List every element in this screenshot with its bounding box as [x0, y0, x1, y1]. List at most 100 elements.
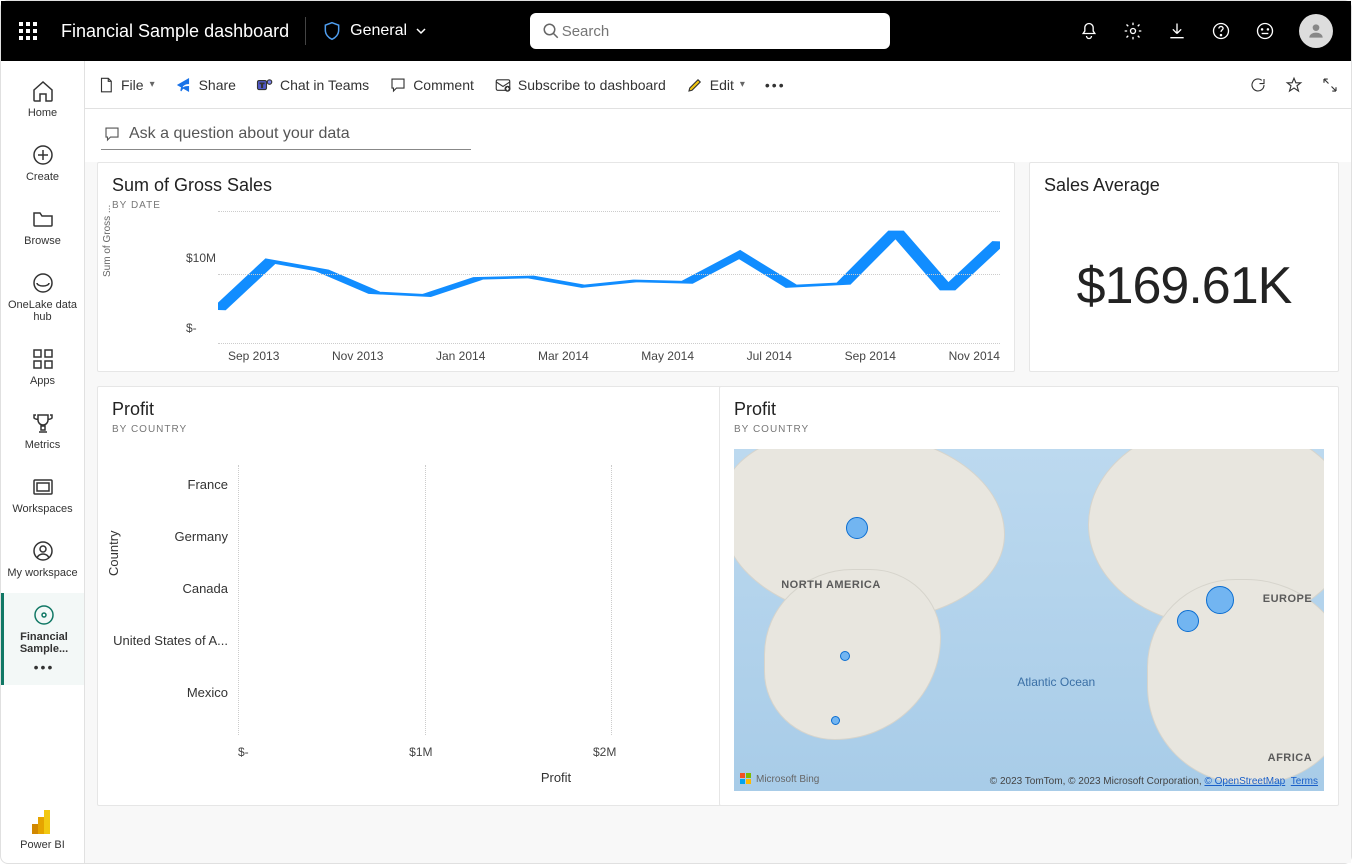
nav-rail: Home Create Browse OneLake data hub Apps…: [1, 61, 85, 863]
help-icon[interactable]: [1211, 21, 1231, 41]
rail-label: Apps: [30, 375, 55, 387]
refresh-icon[interactable]: [1249, 76, 1267, 94]
search-icon: [542, 22, 560, 40]
more-menu[interactable]: •••: [765, 77, 786, 93]
rail-label: Home: [28, 107, 57, 119]
chevron-down-icon: ▾: [150, 79, 155, 90]
search-box[interactable]: [530, 13, 890, 49]
home-icon: [31, 79, 55, 103]
share-button[interactable]: Share: [175, 76, 236, 94]
map-label-eu: EUROPE: [1263, 593, 1312, 605]
fullscreen-icon[interactable]: [1321, 76, 1339, 94]
osm-link[interactable]: © OpenStreetMap: [1204, 776, 1285, 787]
sensitivity-label[interactable]: General: [322, 21, 427, 41]
qa-input[interactable]: Ask a question about your data: [101, 121, 471, 150]
card-title: Sales Average: [1044, 175, 1324, 196]
shield-icon: [322, 21, 342, 41]
qa-bar: Ask a question about your data: [85, 109, 1351, 162]
app-launcher-icon[interactable]: [19, 22, 37, 40]
map-visual[interactable]: NORTH AMERICA EUROPE AFRICA Atlantic Oce…: [734, 449, 1324, 791]
favorite-icon[interactable]: [1285, 76, 1303, 94]
card-title: Sum of Gross Sales: [112, 175, 1000, 196]
dashboard-title: Financial Sample dashboard: [61, 21, 289, 42]
teams-icon: T: [256, 76, 274, 94]
workspaces-icon: [31, 475, 55, 499]
powerbi-brand[interactable]: Power BI: [20, 808, 65, 851]
y-tick: $-: [186, 321, 197, 335]
map-label-atlantic: Atlantic Ocean: [1017, 675, 1095, 689]
chat-icon: [103, 125, 121, 143]
rail-home[interactable]: Home: [1, 69, 84, 129]
share-icon: [175, 76, 193, 94]
subscribe-button[interactable]: Subscribe to dashboard: [494, 76, 666, 94]
person-circle-icon: [31, 539, 55, 563]
rail-create[interactable]: Create: [1, 133, 84, 193]
y-axis-label: Sum of Gross ...: [102, 205, 113, 277]
card-profit-map[interactable]: Profit BY COUNTRY NORTH AMERICA EUROPE A…: [719, 386, 1339, 806]
rail-label: Browse: [24, 235, 61, 247]
gauge-icon: [32, 603, 56, 627]
gear-icon[interactable]: [1123, 21, 1143, 41]
map-bubble-france[interactable]: [1177, 610, 1199, 632]
kpi-value: $169.61K: [1044, 256, 1324, 316]
bar-category-label: United States of A...: [97, 633, 228, 648]
rail-browse[interactable]: Browse: [1, 197, 84, 257]
map-label-na: NORTH AMERICA: [781, 579, 881, 591]
rail-apps[interactable]: Apps: [1, 337, 84, 397]
folder-icon: [31, 207, 55, 231]
file-icon: [97, 76, 115, 94]
terms-link[interactable]: Terms: [1291, 776, 1318, 787]
card-title: Profit: [734, 399, 1324, 420]
x-ticks: Sep 2013 Nov 2013 Jan 2014 Mar 2014 May …: [228, 349, 1000, 363]
rail-label: My workspace: [7, 567, 77, 579]
rail-label: Metrics: [25, 439, 60, 451]
file-menu[interactable]: File▾: [97, 76, 155, 94]
rail-label: Workspaces: [12, 503, 72, 515]
chevron-down-icon: [415, 25, 427, 37]
rail-current-dashboard[interactable]: Financial Sample... •••: [1, 593, 84, 685]
trophy-icon: [31, 411, 55, 435]
feedback-icon[interactable]: [1255, 21, 1275, 41]
rail-metrics[interactable]: Metrics: [1, 401, 84, 461]
comment-button[interactable]: Comment: [389, 76, 474, 94]
map-bubble-germany[interactable]: [1206, 586, 1234, 614]
apps-icon: [31, 347, 55, 371]
chat-teams-button[interactable]: T Chat in Teams: [256, 76, 369, 94]
account-avatar[interactable]: [1299, 14, 1333, 48]
top-bar: Financial Sample dashboard General: [1, 1, 1351, 61]
chevron-down-icon: ▾: [740, 79, 745, 90]
topbar-actions: [1079, 14, 1333, 48]
card-subtitle: BY COUNTRY: [734, 424, 1324, 435]
bar-category-label: Canada: [97, 581, 228, 596]
bar-category-label: Mexico: [97, 685, 228, 700]
bell-icon[interactable]: [1079, 21, 1099, 41]
map-attribution: © 2023 TomTom, © 2023 Microsoft Corporat…: [990, 776, 1318, 787]
rail-label: Create: [26, 171, 59, 183]
action-toolbar: File▾ Share T Chat in Teams Comment Subs…: [85, 61, 1351, 109]
bar-category-label: France: [97, 477, 228, 492]
rail-workspaces[interactable]: Workspaces: [1, 465, 84, 525]
subscribe-icon: [494, 76, 512, 94]
rail-my-workspace[interactable]: My workspace: [1, 529, 84, 589]
comment-icon: [389, 76, 407, 94]
sensitivity-text: General: [350, 22, 407, 40]
map-bubble-usa[interactable]: [840, 651, 850, 661]
download-icon[interactable]: [1167, 21, 1187, 41]
divider: [305, 17, 306, 45]
line-chart: [218, 211, 1000, 343]
bar-category-label: Germany: [97, 529, 228, 544]
card-gross-sales[interactable]: Sum of Gross Sales BY DATE Sum of Gross …: [97, 162, 1015, 372]
card-subtitle: BY DATE: [112, 200, 1000, 211]
map-label-af: AFRICA: [1268, 752, 1313, 764]
rail-label: OneLake data hub: [5, 299, 80, 323]
person-icon: [1306, 21, 1326, 41]
y-tick: $10M: [186, 251, 216, 265]
card-sales-average[interactable]: Sales Average $169.61K: [1029, 162, 1339, 372]
search-input[interactable]: [560, 22, 878, 41]
powerbi-icon: [31, 808, 53, 836]
more-icon[interactable]: •••: [34, 659, 55, 675]
rail-onelake[interactable]: OneLake data hub: [1, 261, 84, 333]
map-attribution-bing: Microsoft Bing: [740, 773, 819, 785]
qa-placeholder: Ask a question about your data: [129, 125, 350, 143]
edit-menu[interactable]: Edit▾: [686, 76, 745, 94]
